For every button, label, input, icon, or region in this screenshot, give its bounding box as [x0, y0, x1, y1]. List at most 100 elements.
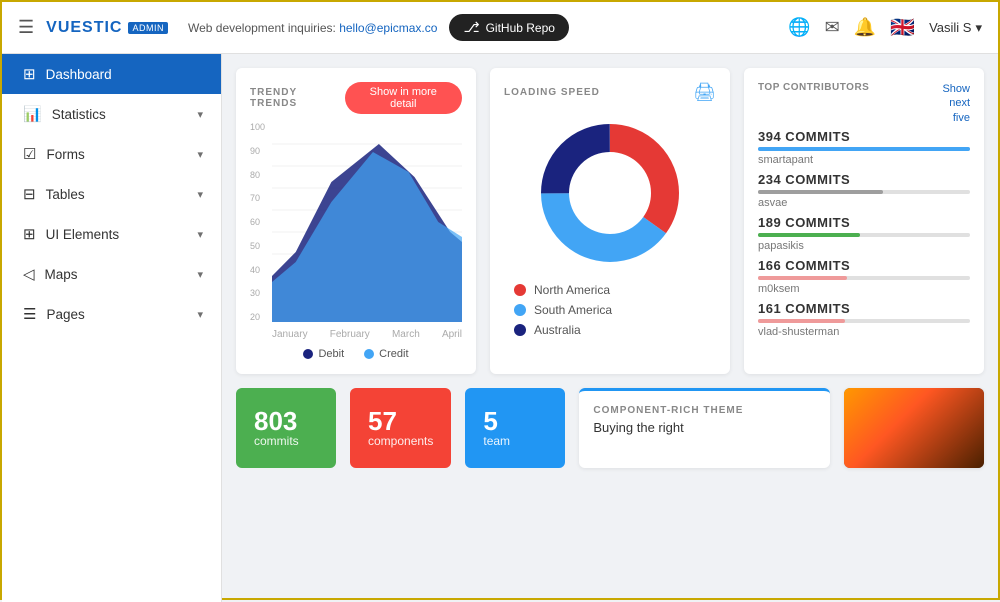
sidebar-label-forms: Forms — [46, 147, 187, 162]
dashboard-icon: ⊞ — [23, 65, 36, 83]
y-axis-labels: 100 90 80 70 60 50 40 30 20 — [250, 122, 265, 322]
commits-number: 803 — [254, 408, 318, 434]
contrib-5-bar — [758, 319, 845, 323]
contrib-5-name: vlad-shusterman — [758, 326, 970, 338]
theme-card-title: COMPONENT-RICH THEME — [593, 405, 816, 416]
chevron-tables: ▾ — [197, 188, 203, 201]
debit-dot — [303, 349, 313, 359]
components-number: 57 — [368, 408, 433, 434]
show-next-link[interactable]: Shownextfive — [942, 82, 970, 125]
contrib-1-bar — [758, 147, 970, 151]
components-label: components — [368, 434, 433, 448]
trends-chart-area: 100 90 80 70 60 50 40 30 20 — [250, 122, 462, 342]
github-button[interactable]: ⎇ GitHub Repo — [449, 14, 569, 41]
contributor-3: 189 COMMITS papasikis — [758, 215, 970, 252]
inquiry-email[interactable]: hello@epicmax.co — [339, 21, 437, 35]
sidebar-item-forms[interactable]: ☑ Forms ▾ — [2, 134, 221, 174]
inquiry-text: Web development inquiries: hello@epicmax… — [188, 21, 437, 35]
legend-north-america: North America — [514, 283, 706, 297]
contrib-4-name: m0ksem — [758, 283, 970, 295]
contrib-2-commits: 234 COMMITS — [758, 172, 970, 187]
github-label: GitHub Repo — [486, 21, 555, 35]
credit-label: Credit — [379, 348, 408, 360]
contrib-4-bar — [758, 276, 847, 280]
forms-icon: ☑ — [23, 145, 36, 163]
trends-chart-svg — [272, 122, 462, 322]
show-detail-button[interactable]: Show in more detail — [345, 82, 462, 114]
bell-icon[interactable]: 🔔 — [854, 17, 876, 38]
legend-credit: Credit — [364, 348, 408, 360]
flag-icon[interactable]: 🇬🇧 — [890, 15, 915, 40]
debit-label: Debit — [318, 348, 344, 360]
maps-icon: ◁ — [23, 265, 35, 283]
pages-icon: ☰ — [23, 305, 36, 323]
australia-label: Australia — [534, 323, 581, 337]
sidebar-item-statistics[interactable]: 📊 Statistics ▾ — [2, 94, 221, 134]
sidebar-item-pages[interactable]: ☰ Pages ▾ — [2, 294, 221, 334]
contributor-5: 161 COMMITS vlad-shusterman — [758, 301, 970, 338]
logo: VUESTIC ADMIN — [46, 19, 168, 37]
trends-card: TRENDY TRENDS Show in more detail 100 90… — [236, 68, 476, 374]
theme-card: COMPONENT-RICH THEME Buying the right — [579, 388, 830, 468]
contrib-3-bar-bg — [758, 233, 970, 237]
globe-icon[interactable]: 🌐 — [788, 17, 810, 38]
team-label: team — [483, 434, 547, 448]
contributor-1: 394 COMMITS smartapant — [758, 129, 970, 166]
contributors-header: TOP CONTRIBUTORS Shownextfive — [758, 82, 970, 125]
contrib-5-commits: 161 COMMITS — [758, 301, 970, 316]
contrib-1-commits: 394 COMMITS — [758, 129, 970, 144]
trends-header: TRENDY TRENDS Show in more detail — [250, 82, 462, 114]
contributors-card: TOP CONTRIBUTORS Shownextfive 394 COMMIT… — [744, 68, 984, 374]
chevron-ui-elements: ▾ — [197, 228, 203, 241]
loading-title: LOADING SPEED — [504, 87, 600, 98]
commits-label: commits — [254, 434, 318, 448]
south-america-label: South America — [534, 303, 612, 317]
sidebar-item-ui-elements[interactable]: ⊞ UI Elements ▾ — [2, 214, 221, 254]
trends-title: TRENDY TRENDS — [250, 87, 345, 109]
contributors-title: TOP CONTRIBUTORS — [758, 82, 869, 93]
north-america-label: North America — [534, 283, 610, 297]
contributor-4: 166 COMMITS m0ksem — [758, 258, 970, 295]
tables-icon: ⊟ — [23, 185, 36, 203]
sidebar: ⊞ Dashboard 📊 Statistics ▾ ☑ Forms ▾ ⊟ T… — [2, 54, 222, 602]
sidebar-label-pages: Pages — [46, 307, 187, 322]
print-icon[interactable]: 🖨 — [693, 82, 716, 103]
legend-south-america: South America — [514, 303, 706, 317]
donut-chart-container — [504, 113, 716, 273]
contrib-2-bar — [758, 190, 883, 194]
contrib-5-bar-bg — [758, 319, 970, 323]
chart-legend: Debit Credit — [250, 348, 462, 360]
australia-dot — [514, 324, 526, 336]
north-america-dot — [514, 284, 526, 296]
sidebar-item-dashboard[interactable]: ⊞ Dashboard — [2, 54, 221, 94]
sidebar-item-tables[interactable]: ⊟ Tables ▾ — [2, 174, 221, 214]
mail-icon[interactable]: ✉ — [825, 17, 840, 38]
sidebar-item-maps[interactable]: ◁ Maps ▾ — [2, 254, 221, 294]
contrib-3-commits: 189 COMMITS — [758, 215, 970, 230]
stat-components: 57 components — [350, 388, 451, 468]
user-menu[interactable]: Vasili S ▾ — [929, 20, 982, 36]
admin-badge: ADMIN — [128, 22, 168, 34]
menu-icon[interactable]: ☰ — [18, 17, 34, 38]
chevron-forms: ▾ — [197, 148, 203, 161]
x-axis-labels: January February March April — [250, 329, 462, 340]
chevron-statistics: ▾ — [197, 108, 203, 121]
south-america-dot — [514, 304, 526, 316]
stat-team: 5 team — [465, 388, 565, 468]
contributor-2: 234 COMMITS asvae — [758, 172, 970, 209]
contrib-4-bar-bg — [758, 276, 970, 280]
user-name-label: Vasili S — [929, 20, 971, 35]
contrib-2-bar-bg — [758, 190, 970, 194]
chevron-maps: ▾ — [197, 268, 203, 281]
sidebar-label-ui-elements: UI Elements — [46, 227, 188, 242]
contrib-3-name: papasikis — [758, 240, 970, 252]
loading-speed-card: LOADING SPEED 🖨 — [490, 68, 730, 374]
main-content: TRENDY TRENDS Show in more detail 100 90… — [222, 54, 998, 602]
donut-legend: North America South America Australia — [504, 283, 716, 337]
contrib-1-bar-bg — [758, 147, 970, 151]
donut-chart-svg — [530, 113, 690, 273]
contrib-1-name: smartapant — [758, 154, 970, 166]
legend-australia: Australia — [514, 323, 706, 337]
github-icon: ⎇ — [463, 19, 479, 36]
team-number: 5 — [483, 408, 547, 434]
